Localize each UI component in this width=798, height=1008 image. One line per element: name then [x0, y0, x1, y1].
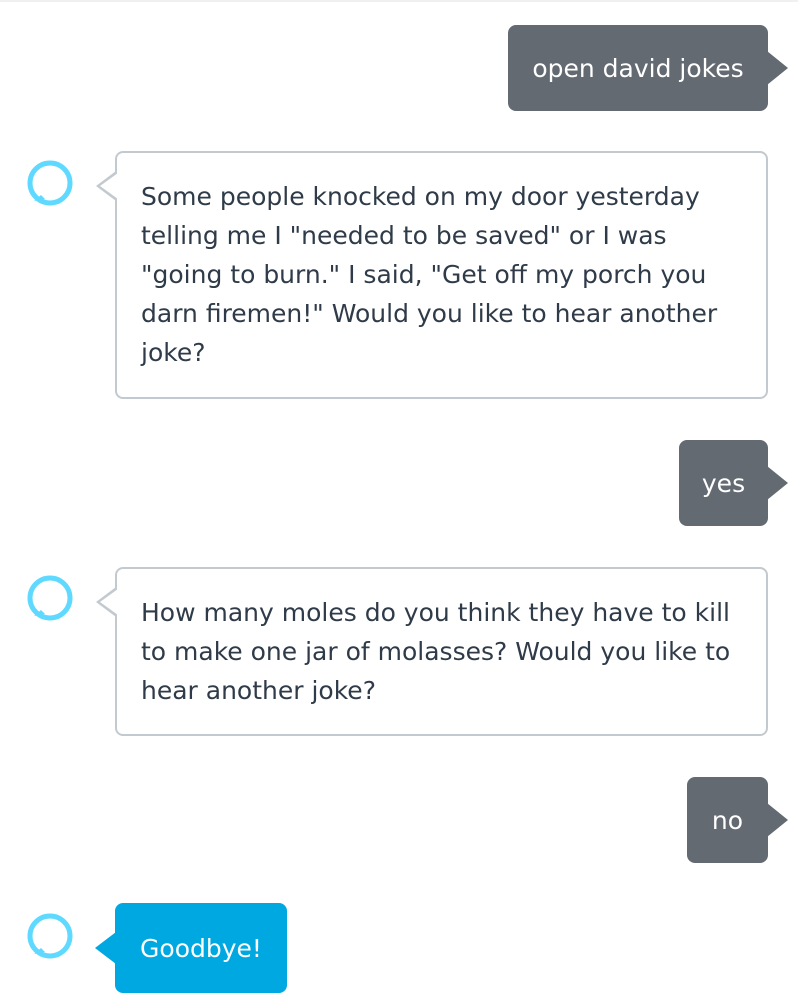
alexa-message-text: Some people knocked on my door yesterday… [141, 182, 718, 367]
top-divider [0, 0, 798, 2]
alexa-avatar-icon [24, 157, 76, 209]
user-message-text: yes [701, 468, 746, 498]
alexa-avatar-icon [24, 910, 76, 962]
alexa-avatar-icon [24, 572, 76, 624]
alexa-message-bubble: How many moles do you think they have to… [96, 567, 768, 736]
alexa-message-text: Goodbye! [140, 933, 262, 963]
user-message-bubble: yes [679, 440, 768, 526]
alexa-message-bubble: Goodbye! [115, 903, 287, 993]
user-message-bubble: open david jokes [508, 25, 768, 111]
user-message-bubble: no [687, 777, 768, 863]
alexa-message-text: How many moles do you think they have to… [141, 598, 731, 705]
user-message-text: no [711, 805, 744, 835]
user-message-text: open david jokes [532, 53, 744, 83]
alexa-message-bubble: Some people knocked on my door yesterday… [96, 151, 768, 399]
